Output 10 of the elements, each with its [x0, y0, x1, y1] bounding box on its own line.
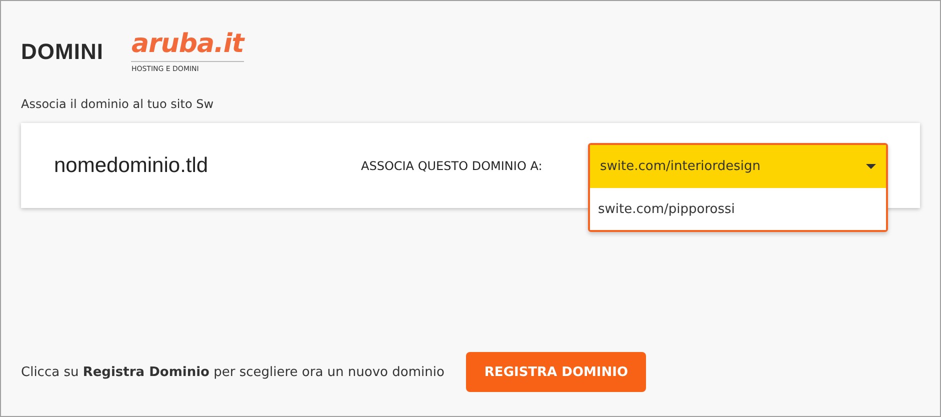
- register-hint: Clicca su Registra Dominio per scegliere ora un nuovo dominio: [21, 364, 444, 380]
- associate-label: ASSOCIA QUESTO DOMINIO A:: [361, 158, 542, 172]
- dropdown-option[interactable]: swite.com/pipporossi: [590, 188, 886, 230]
- intro-text: Associa il dominio al tuo sito Sw: [21, 97, 215, 111]
- domain-name: nomedominio.tld: [54, 154, 210, 178]
- site-dropdown[interactable]: swite.com/interiordesign swite.com/pipporossi: [588, 143, 888, 232]
- dropdown-value[interactable]: swite.com/interiordesign: [590, 145, 886, 188]
- caret-icon: [866, 164, 876, 169]
- page-title: DOMINI: [21, 39, 104, 65]
- logo-wordmark: aruba.it: [131, 31, 244, 62]
